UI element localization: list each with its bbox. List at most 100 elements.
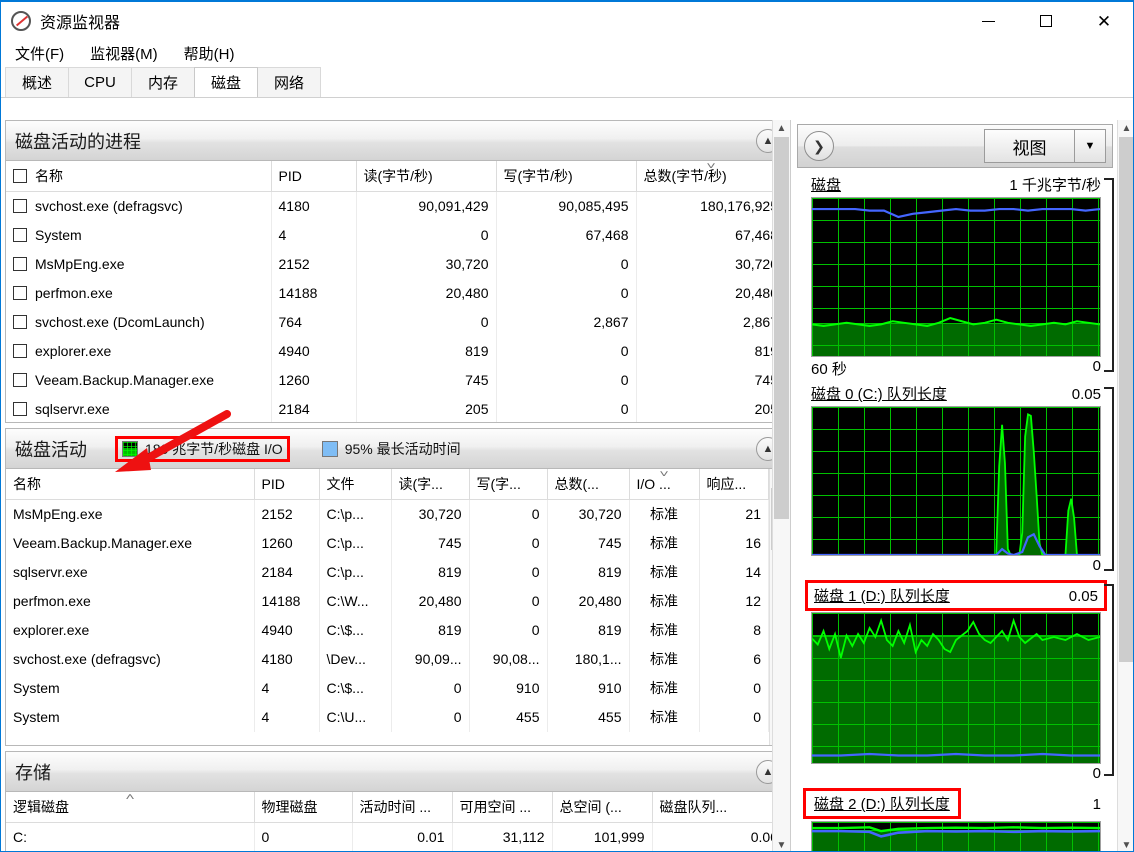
table-row[interactable]: svchost.exe (DcomLaunch) 764 0 2,867 2,867: [6, 307, 786, 337]
cell-read: 819: [391, 615, 470, 645]
col-header-pid[interactable]: PID: [271, 161, 357, 192]
cell-pid: 4180: [271, 191, 357, 221]
row-checkbox[interactable]: [13, 315, 27, 329]
window-title: 资源监视器: [40, 15, 121, 32]
select-all-checkbox[interactable]: [13, 169, 27, 183]
graph-disk0-head: 磁盘 0 (C:) 队列长度 0.05: [811, 383, 1101, 406]
table-row[interactable]: explorer.exe 4940 819 0 819: [6, 336, 786, 366]
scroll-up-icon[interactable]: ▲: [773, 120, 790, 137]
cell-write: 67,468: [496, 220, 637, 250]
cell-total: 819: [636, 336, 786, 366]
scrollbar-track[interactable]: [1118, 137, 1133, 837]
cell-name: explorer.exe: [6, 336, 272, 366]
col-header-physical-disk[interactable]: 物理磁盘: [254, 792, 353, 823]
graph-disk1-chart: [811, 612, 1101, 764]
scrollbar-track[interactable]: [773, 137, 790, 837]
col-header-logical-disk[interactable]: ˄ 逻辑磁盘: [6, 792, 255, 823]
col-header-disk-queue[interactable]: 磁盘队列...: [652, 792, 786, 823]
col-header-write[interactable]: 写(字...: [469, 469, 548, 500]
graph-pane-scrollbar[interactable]: ▲ ▼: [1117, 120, 1133, 851]
table-row[interactable]: System 4 0 67,468 67,468: [6, 220, 786, 250]
col-header-total[interactable]: ˅ 总数(字节/秒): [636, 161, 786, 192]
col-header-read[interactable]: 读(字节/秒): [356, 161, 497, 192]
graph-disk0-chart: [811, 406, 1101, 556]
cell-read: 90,09...: [391, 644, 470, 674]
table-row[interactable]: sqlservr.exe 2184 C:\p... 819 0 819 标准 14: [6, 557, 769, 587]
table-row[interactable]: svchost.exe (defragsvc) 4180 \Dev... 90,09.…: [6, 644, 769, 674]
scrollbar-thumb[interactable]: [774, 137, 789, 519]
table-row[interactable]: sqlservr.exe 2184 205 0 205: [6, 394, 786, 422]
close-button[interactable]: ✕: [1075, 2, 1133, 40]
cell-total: 745: [547, 528, 630, 558]
cell-io-priority: 标准: [629, 557, 700, 587]
col-header-total-space[interactable]: 总空间 (...: [552, 792, 653, 823]
disk-activity-header[interactable]: 磁盘活动 180 兆字节/秒磁盘 I/O 95% 最长活动时间 ▲: [6, 429, 786, 469]
tab-disk[interactable]: 磁盘: [194, 67, 258, 97]
col-header-free-space[interactable]: 可用空间 ...: [452, 792, 553, 823]
cell-write: 0: [469, 528, 548, 558]
table-row[interactable]: svchost.exe (defragsvc) 4180 90,091,429 90,…: [6, 191, 786, 221]
table-row[interactable]: MsMpEng.exe 2152 C:\p... 30,720 0 30,720 标准 21: [6, 499, 769, 529]
row-checkbox[interactable]: [13, 286, 27, 300]
scroll-down-icon[interactable]: ▼: [1118, 837, 1133, 851]
view-button[interactable]: 视图 ▼: [984, 129, 1106, 163]
col-header-response-time[interactable]: 响应...: [699, 469, 769, 500]
table-row[interactable]: perfmon.exe 14188 20,480 0 20,480: [6, 278, 786, 308]
table-row[interactable]: System 4 C:\U... 0 455 455 标准 0: [6, 702, 769, 732]
tab-memory[interactable]: 内存: [131, 67, 195, 97]
col-header-file[interactable]: 文件: [319, 469, 392, 500]
table-row[interactable]: Veeam.Backup.Manager.exe 1260 745 0 745: [6, 365, 786, 395]
cell-response-time: 16: [699, 528, 769, 558]
table-row[interactable]: C: 0 0.01 31,112 101,999 0.00: [6, 822, 786, 851]
table-row[interactable]: System 4 C:\$... 0 910 910 标准 0: [6, 673, 769, 703]
cell-response-time: 0: [699, 673, 769, 703]
col-header-pid[interactable]: PID: [254, 469, 320, 500]
cell-read: 0: [356, 220, 497, 250]
cell-write: 0: [469, 499, 548, 529]
maximize-button[interactable]: [1017, 2, 1075, 40]
table-row[interactable]: perfmon.exe 14188 C:\W... 20,480 0 20,480 标准 12: [6, 586, 769, 616]
col-header-write[interactable]: 写(字节/秒): [496, 161, 637, 192]
chevron-right-icon[interactable]: ❯: [804, 131, 834, 161]
menu-help[interactable]: 帮助(H): [182, 41, 237, 66]
row-checkbox[interactable]: [13, 373, 27, 387]
table-row[interactable]: explorer.exe 4940 C:\$... 819 0 819 标准 8: [6, 615, 769, 645]
scroll-down-icon[interactable]: ▼: [773, 837, 790, 851]
cell-total-space: 101,999: [552, 822, 653, 851]
table-row[interactable]: Veeam.Backup.Manager.exe 1260 C:\p... 745 0 7…: [6, 528, 769, 558]
col-header-active-time[interactable]: 活动时间 ...: [352, 792, 453, 823]
table-header-row: 名称 PID 文件 读(字... 写(字... 总数(... ˅ I/O ... …: [6, 469, 769, 500]
tab-network[interactable]: 网络: [257, 67, 321, 97]
row-checkbox[interactable]: [13, 402, 27, 416]
cell-file: C:\$...: [319, 673, 392, 703]
minimize-button[interactable]: [959, 2, 1017, 40]
left-pane-scrollbar[interactable]: ▲ ▼: [772, 120, 790, 851]
cell-name: System: [6, 220, 272, 250]
storage-header[interactable]: 存储 ▲: [6, 752, 786, 792]
scroll-up-icon[interactable]: ▲: [1118, 120, 1133, 137]
tab-cpu[interactable]: CPU: [68, 67, 132, 97]
cell-free-space: 31,112: [452, 822, 553, 851]
chevron-down-icon[interactable]: ▼: [1075, 140, 1105, 152]
row-checkbox[interactable]: [13, 199, 27, 214]
cell-name: svchost.exe (defragsvc): [6, 644, 255, 674]
col-header-name[interactable]: 名称: [6, 469, 255, 500]
row-checkbox[interactable]: [13, 228, 27, 242]
disk-processes-header[interactable]: 磁盘活动的进程 ▲: [6, 121, 786, 161]
menu-monitor[interactable]: 监视器(M): [88, 41, 160, 66]
resource-monitor-window: 资源监视器 ✕ 文件(F) 监视器(M) 帮助(H) 概述 CPU 内存 磁盘 …: [0, 0, 1134, 852]
disk-processes-table: 名称 PID 读(字节/秒) 写(字节/秒) ˅ 总数(字节/秒) svchost…: [6, 161, 786, 422]
disk-processes-panel: 磁盘活动的进程 ▲ 名称 PID 读(字节/秒) 写(字节/秒) ˅ 总数(字节…: [5, 120, 787, 423]
col-header-total[interactable]: 总数(...: [547, 469, 630, 500]
menu-file[interactable]: 文件(F): [13, 41, 66, 66]
row-checkbox[interactable]: [13, 257, 27, 271]
cell-io-priority: 标准: [629, 499, 700, 529]
col-header-name[interactable]: 名称: [6, 161, 272, 192]
scrollbar-thumb[interactable]: [1119, 137, 1133, 662]
row-checkbox[interactable]: [13, 344, 27, 358]
col-header-io-priority[interactable]: ˅ I/O ...: [629, 469, 700, 500]
graph-disk-title: 磁盘: [811, 177, 842, 194]
table-row[interactable]: MsMpEng.exe 2152 30,720 0 30,720: [6, 249, 786, 279]
tab-overview[interactable]: 概述: [5, 67, 69, 97]
col-header-read[interactable]: 读(字...: [391, 469, 470, 500]
